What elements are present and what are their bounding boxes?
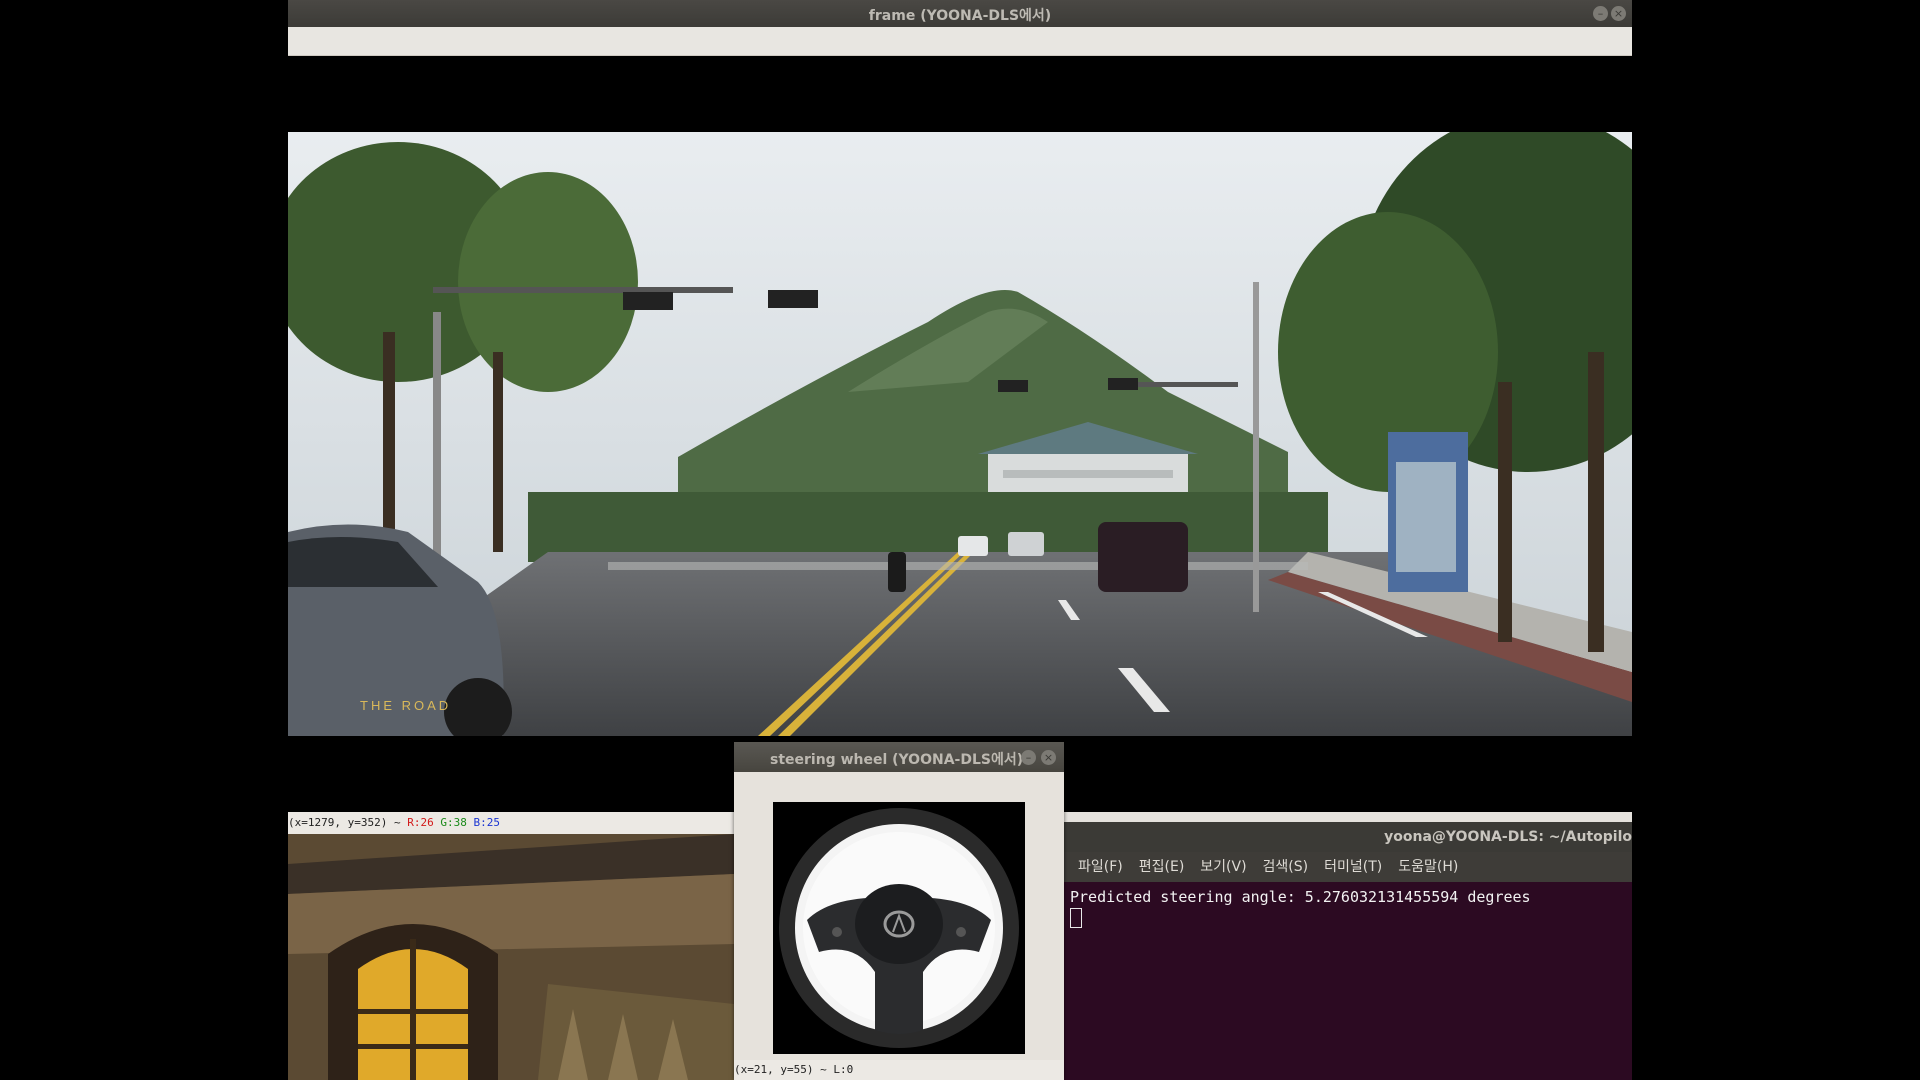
pixel-info-statusbar: (x=1279, y=352) ~ R:26 G:38 B:25 bbox=[288, 812, 734, 834]
menu-edit[interactable]: 편집(E) bbox=[1131, 852, 1193, 882]
road-scene-image bbox=[288, 132, 1632, 736]
steering-pixel-statusbar: (x=21, y=55) ~ L:0 bbox=[734, 1060, 1064, 1080]
frame-titlebar[interactable]: frame (YOONA-DLS에서) – × bbox=[288, 0, 1632, 27]
menu-search[interactable]: 검색(S) bbox=[1255, 852, 1317, 882]
building-window-image bbox=[288, 834, 734, 1080]
close-icon[interactable]: × bbox=[1041, 750, 1056, 765]
pixel-coords: (x=1279, y=352) ~ bbox=[288, 816, 401, 829]
frame-title: frame (YOONA-DLS에서) bbox=[868, 8, 1052, 24]
image-window: (x=1279, y=352) ~ R:26 G:38 B:25 bbox=[288, 812, 734, 1080]
steering-wheel-icon bbox=[773, 802, 1025, 1054]
driving-video-frame: THE ROAD bbox=[288, 132, 1632, 736]
menu-view[interactable]: 보기(V) bbox=[1192, 852, 1254, 882]
terminal-title: yoona@YOONA-DLS: ~/Autopilo bbox=[1384, 829, 1632, 845]
terminal-window: yoona@YOONA-DLS: ~/Autopilo 파일(F) 편집(E) … bbox=[1064, 812, 1632, 1080]
steering-title: steering wheel (YOONA-DLS에서) bbox=[770, 752, 1024, 768]
close-icon[interactable]: × bbox=[1611, 6, 1626, 21]
terminal-titlebar[interactable]: yoona@YOONA-DLS: ~/Autopilo bbox=[1064, 822, 1632, 852]
pixel-g-value: G:38 bbox=[440, 816, 467, 829]
pixel-b-value: B:25 bbox=[473, 816, 500, 829]
terminal-cursor bbox=[1070, 908, 1082, 928]
minimize-icon[interactable]: – bbox=[1021, 750, 1036, 765]
pixel-r-value: R:26 bbox=[407, 816, 434, 829]
terminal-menubar: 파일(F) 편집(E) 보기(V) 검색(S) 터미널(T) 도움말(H) bbox=[1064, 852, 1632, 882]
terminal-output-line: Predicted steering angle: 5.276032131455… bbox=[1070, 888, 1531, 906]
menu-help[interactable]: 도움말(H) bbox=[1390, 852, 1466, 882]
steering-titlebar[interactable]: steering wheel (YOONA-DLS에서) – × bbox=[734, 742, 1064, 772]
steering-wheel-canvas bbox=[773, 802, 1025, 1054]
video-watermark: THE ROAD bbox=[360, 698, 452, 713]
terminal-top-strip bbox=[1064, 812, 1632, 822]
steering-wheel-window: steering wheel (YOONA-DLS에서) – × (x=21, … bbox=[734, 742, 1064, 1080]
minimize-icon[interactable]: – bbox=[1593, 6, 1608, 21]
terminal-output[interactable]: Predicted steering angle: 5.276032131455… bbox=[1064, 882, 1632, 1080]
menu-file[interactable]: 파일(F) bbox=[1070, 852, 1131, 882]
menu-terminal[interactable]: 터미널(T) bbox=[1316, 852, 1390, 882]
frame-toolbar bbox=[288, 27, 1632, 56]
